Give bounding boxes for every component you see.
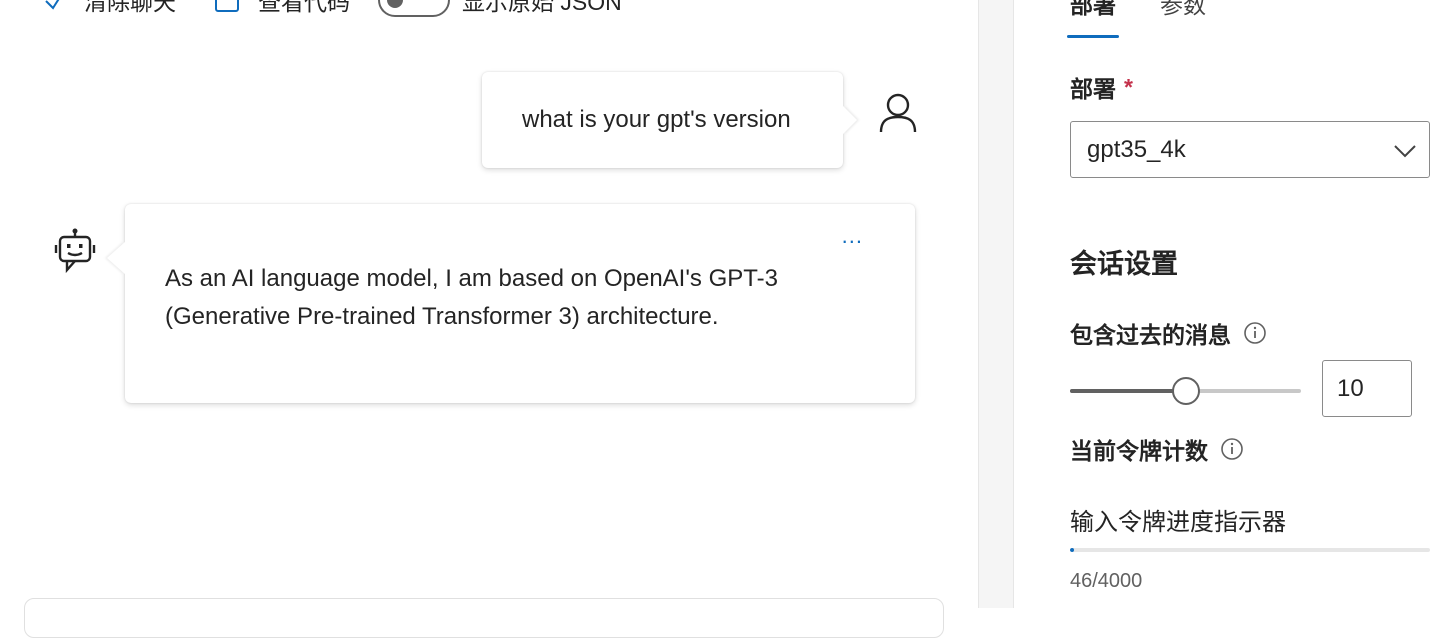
token-count-label-text: 当前令牌计数 (1070, 438, 1208, 464)
token-count-label: 当前令牌计数 (1070, 432, 1244, 466)
toggle-knob (387, 0, 403, 8)
view-code-button[interactable]: 查看代码 (214, 0, 350, 20)
chat-toolbar: 清除聊天 查看代码 显示原始 JSON (0, 0, 978, 20)
deployment-dropdown[interactable]: gpt35_4k (1070, 121, 1430, 178)
raw-json-toggle-control[interactable]: 显示原始 JSON (378, 0, 622, 20)
session-settings-title: 会话设置 (1070, 249, 1178, 279)
chat-panel: 清除聊天 查看代码 显示原始 JSON what is your gpt's v… (0, 0, 978, 638)
slider-thumb[interactable] (1172, 377, 1200, 405)
required-mark: * (1124, 73, 1133, 100)
bot-avatar-icon (54, 228, 96, 274)
deployment-label: 部署 * (1070, 70, 1133, 104)
slider-fill (1070, 389, 1186, 393)
deployment-selected-value: gpt35_4k (1087, 135, 1186, 163)
chevron-down-icon (1393, 140, 1417, 160)
user-message-text: what is your gpt's version (522, 106, 791, 133)
past-messages-label-text: 包含过去的消息 (1070, 322, 1231, 348)
token-count-value: 46/4000 (1070, 570, 1143, 592)
past-messages-input[interactable]: 10 (1322, 360, 1412, 417)
tab-deployment[interactable]: 部署 (1067, 0, 1119, 38)
clear-chat-label: 清除聊天 (84, 0, 176, 15)
raw-json-toggle[interactable] (378, 0, 450, 17)
chat-input-box[interactable] (24, 598, 944, 638)
code-icon (214, 0, 240, 13)
tab-parameters[interactable]: 参数 (1160, 0, 1206, 38)
clear-chat-button[interactable]: 清除聊天 (40, 0, 176, 20)
token-progress-label: 输入令牌进度指示器 (1070, 509, 1286, 536)
view-code-label: 查看代码 (258, 0, 350, 15)
user-message-bubble: what is your gpt's version (482, 72, 843, 168)
assistant-message-text: As an AI language model, I am based on O… (165, 265, 778, 330)
past-messages-label: 包含过去的消息 (1070, 316, 1267, 350)
broom-icon (40, 0, 66, 13)
settings-panel: 部署 参数 部署 * gpt35_4k 会话设置 包含过去的消息 10 当前令牌… (1014, 0, 1444, 608)
panel-divider[interactable] (978, 0, 1014, 608)
token-progress-bar (1070, 548, 1430, 552)
deployment-label-text: 部署 (1070, 76, 1116, 102)
user-avatar-icon (878, 92, 918, 134)
settings-tabs: 部署 参数 (1067, 0, 1250, 38)
assistant-message-bubble: ... As an AI language model, I am based … (125, 204, 915, 403)
past-messages-slider[interactable] (1070, 376, 1301, 406)
info-icon[interactable] (1243, 321, 1267, 345)
raw-json-label: 显示原始 JSON (462, 0, 622, 15)
message-more-options-button[interactable]: ... (842, 225, 863, 247)
token-progress-fill (1070, 548, 1074, 552)
info-icon[interactable] (1220, 437, 1244, 461)
